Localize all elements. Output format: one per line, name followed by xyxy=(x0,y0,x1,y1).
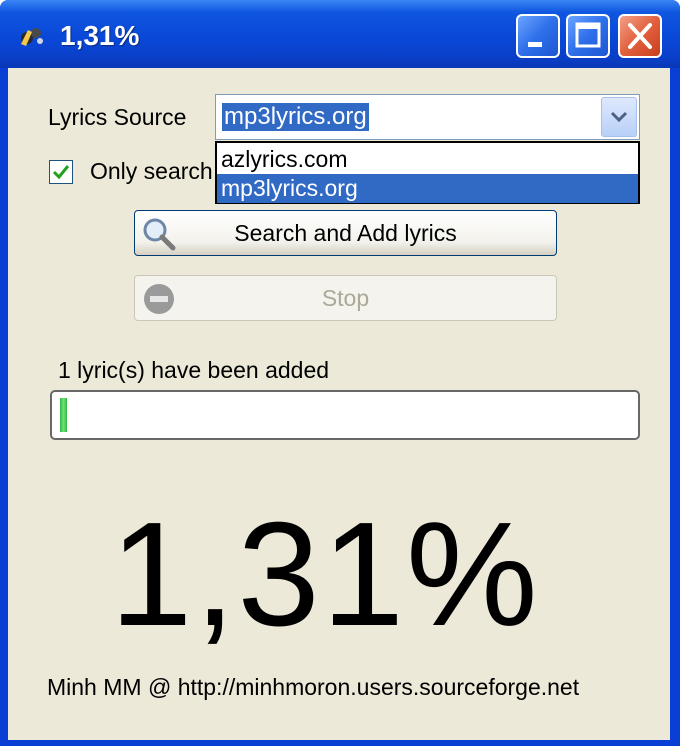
close-icon xyxy=(628,23,652,49)
status-text: 1 lyric(s) have been added xyxy=(58,357,330,383)
window-border-bottom xyxy=(0,740,680,746)
progress-percent: 1,31% xyxy=(110,492,540,657)
progress-fill xyxy=(60,398,67,432)
window-border-right xyxy=(670,68,680,746)
progress-bar xyxy=(50,390,640,440)
maximize-icon xyxy=(575,22,601,48)
minimize-button[interactable] xyxy=(516,14,560,58)
stop-button[interactable]: Stop xyxy=(134,275,557,321)
lyrics-source-label: Lyrics Source xyxy=(48,104,187,130)
dropdown-option[interactable]: azlyrics.com xyxy=(217,145,638,174)
close-button[interactable] xyxy=(618,14,662,58)
search-add-lyrics-button[interactable]: Search and Add lyrics xyxy=(134,210,557,256)
checkmark-icon xyxy=(52,165,70,180)
title-bar[interactable]: 1,31% xyxy=(0,0,680,68)
window-border-left xyxy=(0,68,8,746)
minimize-icon xyxy=(528,42,542,47)
lyrics-source-select[interactable]: mp3lyrics.org xyxy=(215,94,640,140)
search-button-label: Search and Add lyrics xyxy=(234,220,457,246)
window-title: 1,31% xyxy=(60,20,140,51)
app-window: 1,31% Lyrics Source mp3lyrics.org Only s… xyxy=(0,0,680,746)
lyrics-source-dropdown-list: azlyrics.com mp3lyrics.org xyxy=(215,141,640,204)
dropdown-option-selected[interactable]: mp3lyrics.org xyxy=(217,174,638,203)
dropdown-arrow-button[interactable] xyxy=(601,97,637,137)
app-icon xyxy=(21,28,43,46)
chevron-down-icon xyxy=(610,111,628,123)
maximize-button[interactable] xyxy=(566,14,610,58)
lyrics-source-value: mp3lyrics.org xyxy=(222,103,369,131)
only-search-label: Only search xyxy=(90,158,213,184)
stop-button-label: Stop xyxy=(321,285,370,311)
footer-credit: Minh MM @ http://minhmoron.users.sourcef… xyxy=(47,674,580,700)
only-search-checkbox[interactable] xyxy=(49,160,73,184)
